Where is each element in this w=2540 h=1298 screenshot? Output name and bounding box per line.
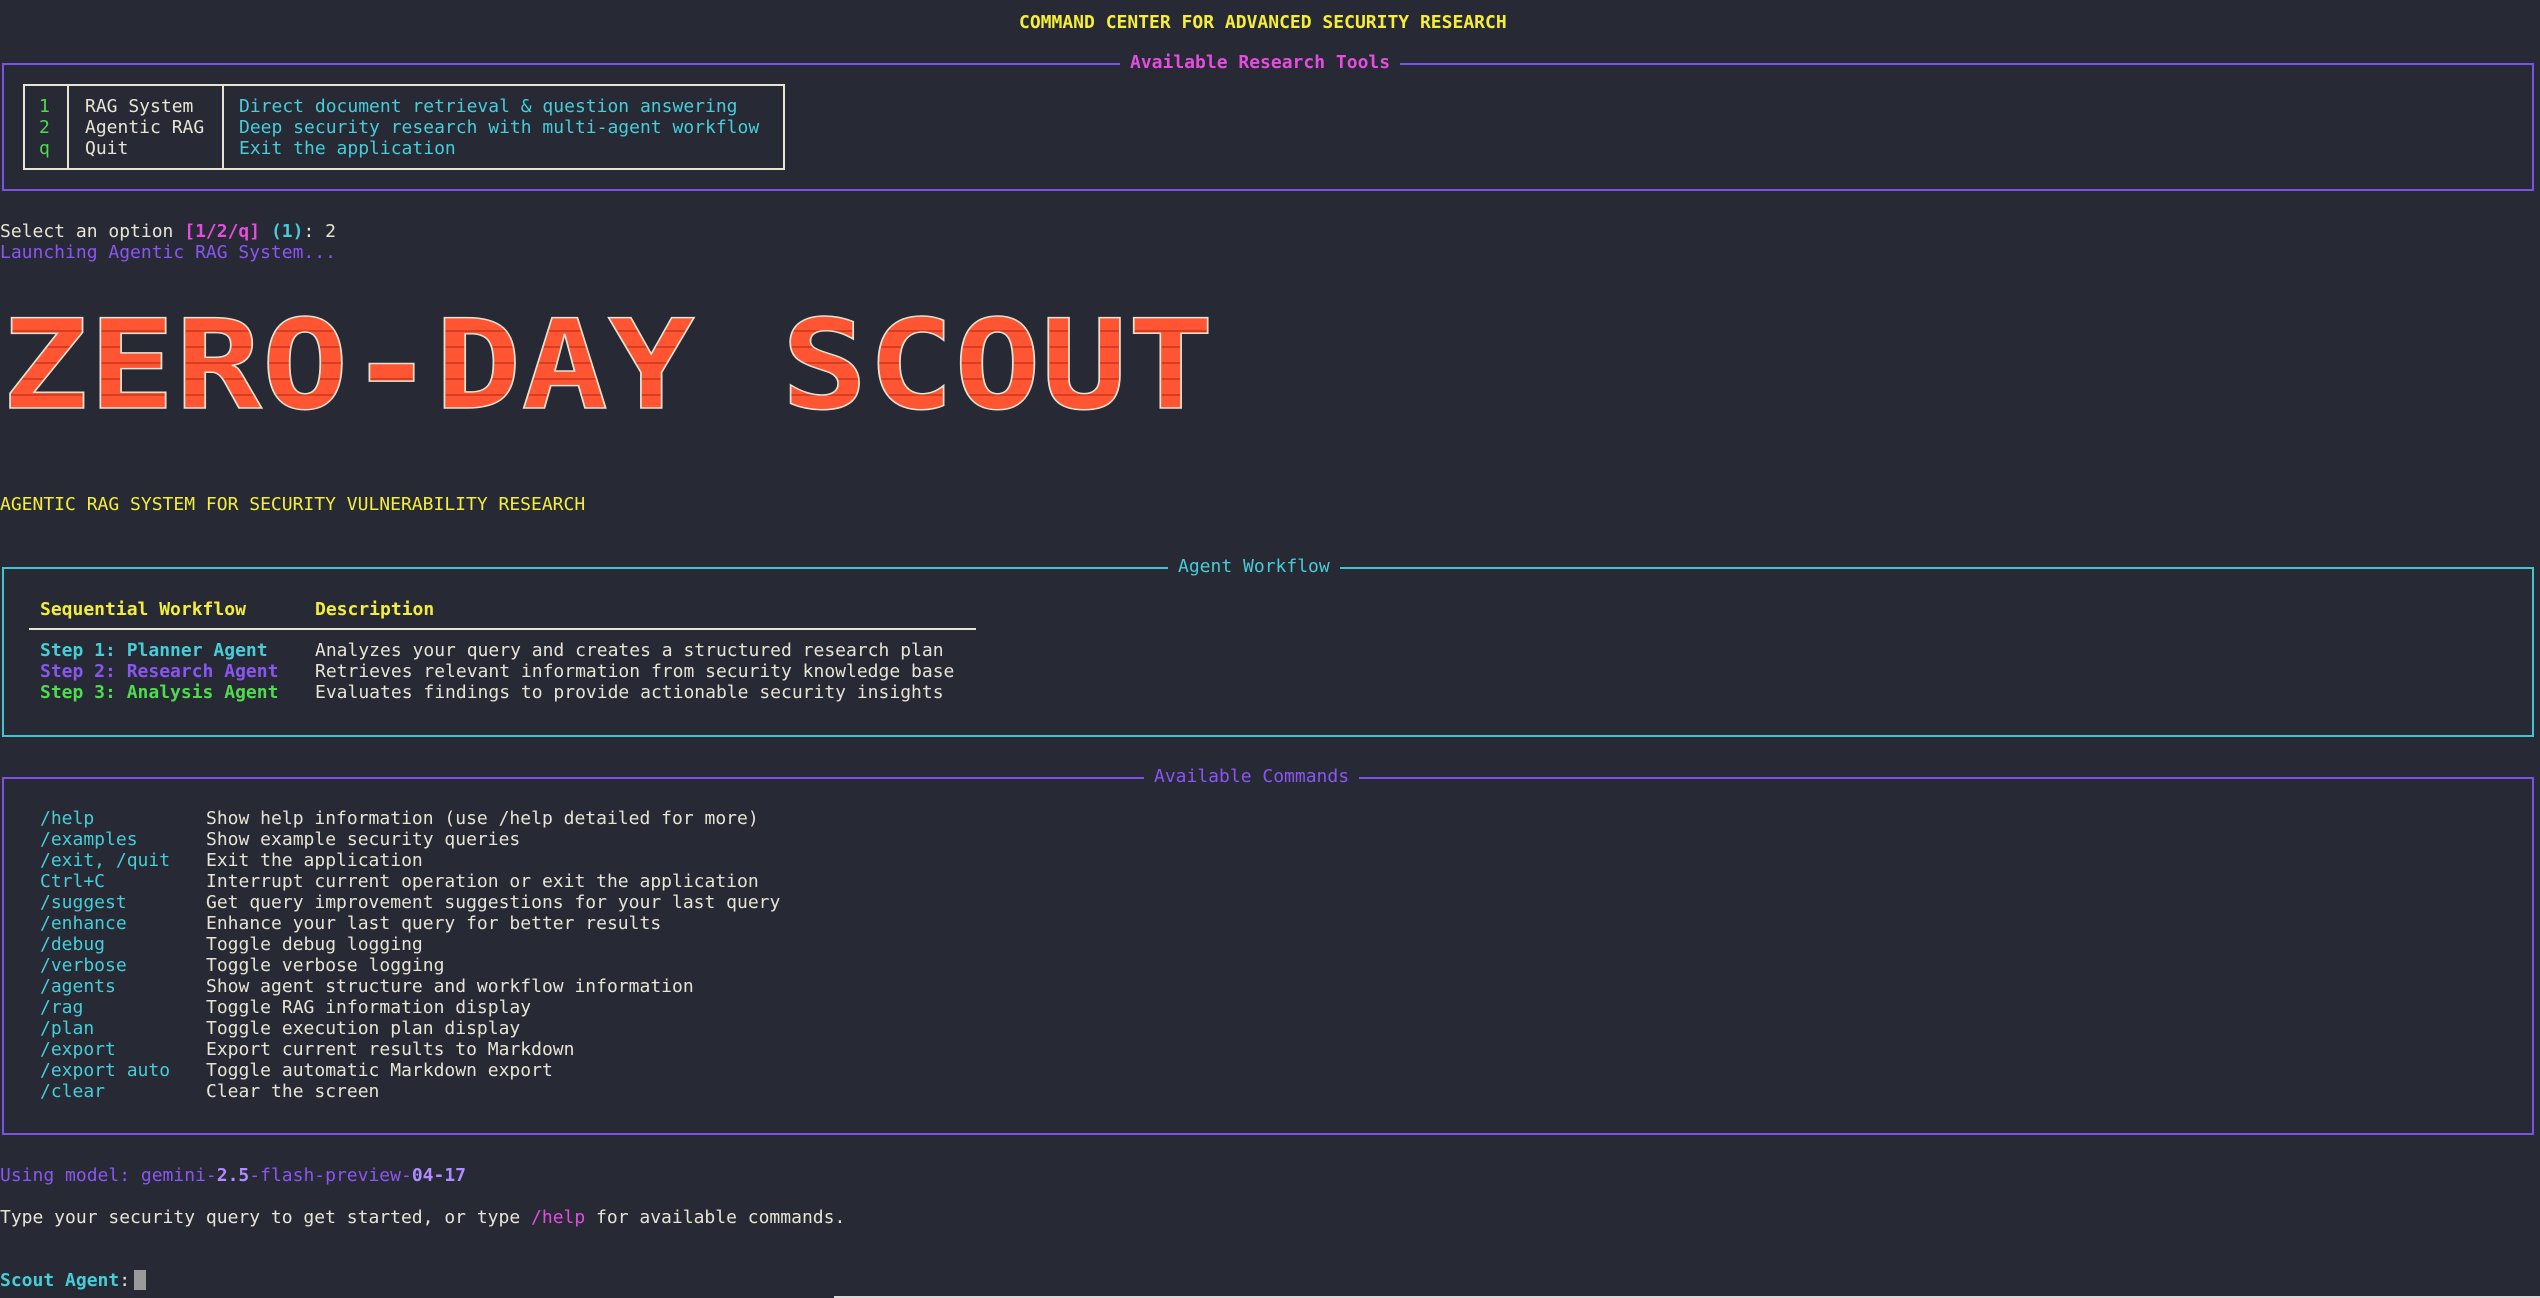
command-description: Get query improvement suggestions for yo… — [206, 892, 781, 913]
command-description: Toggle execution plan display — [206, 1018, 521, 1039]
model-middle: -flash-preview- — [249, 1165, 412, 1186]
command-description: Enhance your last query for better resul… — [206, 913, 662, 934]
tool-name: RAG System — [85, 96, 194, 117]
select-default: (1) — [270, 221, 304, 242]
tools-table: 1 RAG System Direct document retrieval &… — [23, 84, 785, 170]
command-description: Export current results to Markdown — [206, 1039, 575, 1060]
panel-title: Available Commands — [1144, 766, 1360, 787]
help-command-link[interactable]: /help — [531, 1207, 585, 1228]
tool-description: Exit the application — [239, 138, 456, 159]
command-name: /suggest — [40, 892, 127, 913]
tool-description: Direct document retrieval & question ans… — [239, 96, 738, 117]
step-description: Evaluates findings to provide actionable… — [315, 682, 944, 703]
command-name: /export — [40, 1039, 116, 1060]
hint-after: for available commands. — [585, 1207, 846, 1228]
model-version: 2.5 — [216, 1165, 250, 1186]
banner-text: ZERO-DAY SCOUT — [2, 300, 1214, 428]
select-choices: [1/2/q] — [184, 221, 261, 242]
query-input-line[interactable]: Scout Agent: — [0, 1270, 147, 1291]
command-description: Clear the screen — [206, 1081, 380, 1102]
command-name: Ctrl+C — [40, 871, 106, 892]
command-name: /plan — [40, 1018, 95, 1039]
page-title: COMMAND CENTER FOR ADVANCED SECURITY RES… — [1019, 12, 1507, 33]
input-prompt-colon: : — [119, 1270, 131, 1291]
command-description: Toggle automatic Markdown export — [206, 1060, 553, 1081]
command-name: /rag — [40, 997, 84, 1018]
tool-name: Quit — [85, 138, 129, 159]
command-description: Toggle verbose logging — [206, 955, 445, 976]
command-description: Show example security queries — [206, 829, 521, 850]
command-description: Interrupt current operation or exit the … — [206, 871, 759, 892]
select-option-line: Select an option [1/2/q] (1): 2 — [0, 221, 336, 242]
tool-row-rag[interactable]: 1 RAG System Direct document retrieval &… — [25, 96, 783, 117]
step-description: Retrieves relevant information from secu… — [315, 661, 955, 682]
step-research-agent: Step 2: Research Agent — [40, 661, 279, 682]
input-prompt-label: Scout Agent — [0, 1270, 120, 1291]
tool-description: Deep security research with multi-agent … — [239, 117, 760, 138]
description-column-header: Description — [315, 599, 435, 620]
command-name: /examples — [40, 829, 138, 850]
step-planner-agent: Step 1: Planner Agent — [40, 640, 268, 661]
command-description: Show agent structure and workflow inform… — [206, 976, 694, 997]
command-name: /debug — [40, 934, 106, 955]
model-info: Using model: gemini-2.5-flash-preview-04… — [0, 1165, 466, 1186]
workflow-column-header: Sequential Workflow — [40, 599, 246, 620]
command-description: Toggle RAG information display — [206, 997, 532, 1018]
step-description: Analyzes your query and creates a struct… — [315, 640, 944, 661]
panel-title: Available Research Tools — [1120, 52, 1401, 73]
select-answer: : 2 — [303, 221, 336, 242]
help-hint: Type your security query to get started,… — [0, 1207, 845, 1228]
command-name: /clear — [40, 1081, 106, 1102]
commands-list: /help Show help information (use /help de… — [0, 808, 1000, 1102]
tool-name: Agentic RAG — [85, 117, 205, 138]
command-description: Toggle debug logging — [206, 934, 423, 955]
step-analysis-agent: Step 3: Analysis Agent — [40, 682, 279, 703]
tool-row-quit[interactable]: q Quit Exit the application — [25, 138, 783, 159]
launching-status: Launching Agentic RAG System... — [0, 242, 336, 263]
command-name: /agents — [40, 976, 116, 997]
command-name: /verbose — [40, 955, 127, 976]
tool-key: q — [39, 138, 50, 159]
model-prefix: Using model: gemini- — [0, 1165, 217, 1186]
model-date: 04-17 — [411, 1165, 467, 1186]
command-name: /export auto — [40, 1060, 171, 1081]
command-description: Exit the application — [206, 850, 423, 871]
subtitle: AGENTIC RAG SYSTEM FOR SECURITY VULNERAB… — [0, 494, 586, 515]
command-name: /exit, /quit — [40, 850, 171, 871]
tool-key: 2 — [39, 117, 50, 138]
zero-day-scout-banner: ZERO-DAY SCOUT — [0, 293, 1220, 439]
tool-row-agentic-rag[interactable]: 2 Agentic RAG Deep security research wit… — [25, 117, 783, 138]
select-prompt-text: Select an option — [0, 221, 185, 242]
command-name: /help — [40, 808, 95, 829]
command-description: Show help information (use /help detaile… — [206, 808, 759, 829]
panel-title: Agent Workflow — [1168, 556, 1340, 577]
table-divider — [29, 628, 976, 630]
hint-before: Type your security query to get started,… — [0, 1207, 532, 1228]
text-cursor — [134, 1270, 147, 1290]
command-name: /enhance — [40, 913, 127, 934]
tool-key: 1 — [39, 96, 50, 117]
